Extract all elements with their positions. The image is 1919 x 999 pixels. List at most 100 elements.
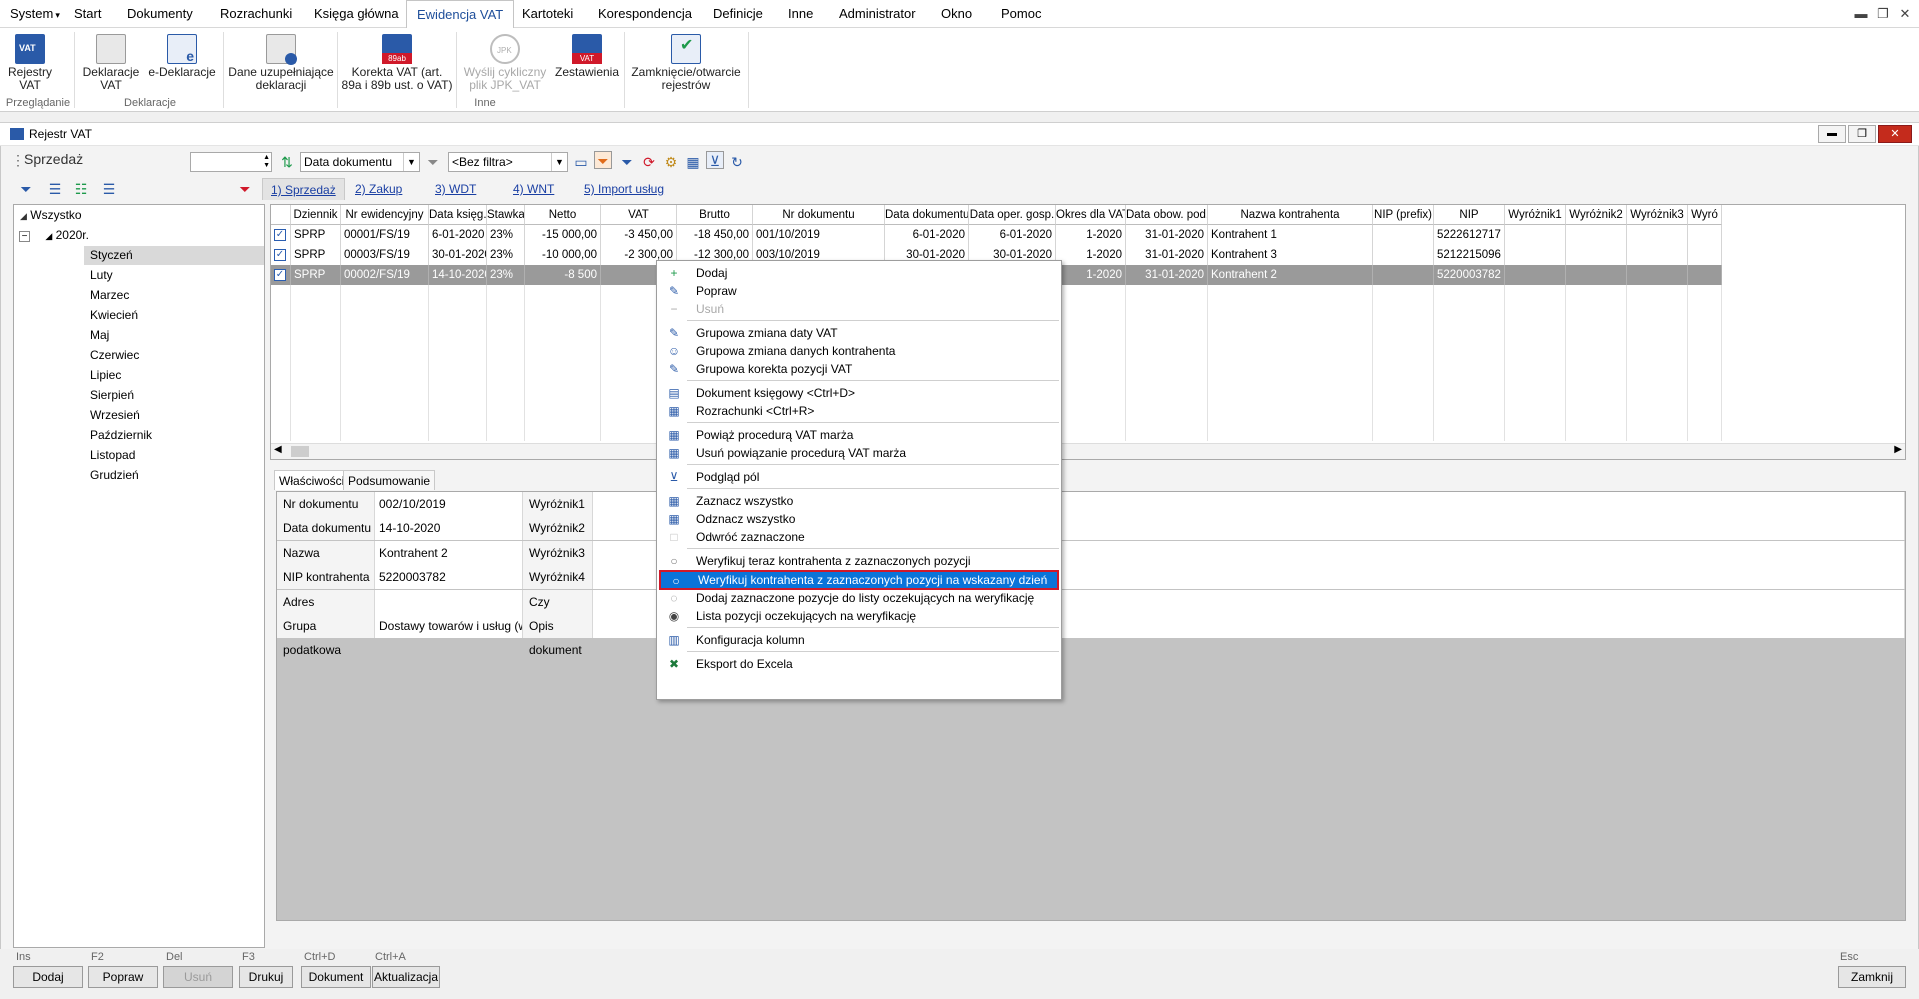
menu-item[interactable]: ▦ Zaznacz wszystko	[659, 492, 1059, 510]
column-header[interactable]: Wyróżnik2	[1566, 205, 1627, 225]
menu-ewidencja-vat[interactable]: Ewidencja VAT	[406, 0, 515, 29]
tree-item-month[interactable]: Styczeń	[84, 246, 264, 265]
property-value-field[interactable]: Dostawy towarów i usług (w kraju)	[375, 614, 523, 638]
tree-item-month[interactable]: Luty	[90, 266, 113, 285]
menu-item-highlighted[interactable]: ○ Weryfikuj kontrahenta z zaznaczonych po…	[659, 570, 1059, 590]
tree-item-month[interactable]: Grudzień	[90, 466, 139, 485]
menu-item[interactable]: ▥ Konfiguracja kolumn	[659, 631, 1059, 649]
tree-item-month[interactable]: Maj	[90, 326, 109, 345]
column-header[interactable]: Wyró	[1688, 205, 1722, 225]
menu-item[interactable]: ☺ Grupowa zmiana danych kontrahenta	[659, 342, 1059, 360]
column-header[interactable]: Brutto	[677, 205, 753, 225]
checkbox-icon[interactable]: ✓	[274, 229, 286, 241]
footer-dokument-button[interactable]: Dokument	[301, 966, 371, 988]
menu-item[interactable]: ▦ Rozrachunki <Ctrl+R>	[659, 402, 1059, 420]
row-checkbox-cell[interactable]: ✓	[271, 265, 291, 285]
tree-item-month[interactable]: Marzec	[90, 286, 129, 305]
property-value-field[interactable]: Kontrahent 2	[375, 540, 523, 565]
menu-item[interactable]: ▦ Powiąż procedurą VAT marża	[659, 426, 1059, 444]
property-value-field[interactable]: 002/10/2019	[375, 492, 523, 516]
tree-item-2020[interactable]: − ◢ 2020r.	[19, 226, 89, 245]
rejestry-vat-button[interactable]: VAT Rejestry VAT	[4, 34, 56, 92]
wyslij-jpk-button[interactable]: JPK Wyślij cykliczny plik JPK_VAT	[460, 34, 550, 92]
tree-item-month[interactable]: Lipiec	[90, 366, 121, 385]
window-minimize-icon[interactable]: ▬	[1818, 125, 1846, 143]
column-header[interactable]: Okres dla VAT	[1056, 205, 1126, 225]
menu-kartoteki[interactable]: Kartoteki	[512, 0, 583, 28]
column-header[interactable]: Netto	[525, 205, 601, 225]
column-header[interactable]: Data dokumentu	[885, 205, 969, 225]
zestawienia-button[interactable]: VAT Zestawienia	[552, 34, 622, 79]
menu-start[interactable]: Start	[64, 0, 111, 28]
column-header[interactable]: Nazwa kontrahenta	[1208, 205, 1373, 225]
zamkniecie-rejestrow-button[interactable]: ✔ Zamknięcie/otwarcie rejestrów	[627, 34, 745, 92]
row-checkbox-cell[interactable]: ✓	[271, 245, 291, 265]
tree-item-month[interactable]: Sierpień	[90, 386, 134, 405]
column-header[interactable]: Wyróżnik1	[1505, 205, 1566, 225]
filter-active-icon[interactable]: ⏷	[594, 151, 612, 169]
filter-funnel-icon[interactable]: ⏷	[424, 153, 442, 171]
menu-item[interactable]: □ Odwróć zaznaczone	[659, 528, 1059, 546]
column-header[interactable]: Nr dokumentu	[753, 205, 885, 225]
tree-item-month[interactable]: Czerwiec	[90, 346, 139, 365]
refresh-icon[interactable]: ↻	[728, 153, 746, 171]
footer-drukuj-button[interactable]: Drukuj	[239, 966, 293, 988]
menu-item[interactable]: ◉ Lista pozycji oczekujących na weryfikac…	[659, 607, 1059, 625]
tree-collapse-icon[interactable]: ☰	[46, 180, 64, 198]
window-close-icon[interactable]: ✕	[1878, 125, 1912, 143]
column-header[interactable]: NIP	[1434, 205, 1505, 225]
tree-item-month[interactable]: Październik	[90, 426, 152, 445]
deklaracje-vat-button[interactable]: Deklaracje VAT	[80, 34, 142, 92]
menu-okno[interactable]: Okno	[931, 0, 982, 28]
period-stepper[interactable]: ▲ ▼	[190, 152, 272, 172]
footer-usuń-button[interactable]: Usuń	[163, 966, 233, 988]
zamknij-button[interactable]: Zamknij	[1838, 966, 1906, 988]
menu-item[interactable]: + Dodaj	[659, 264, 1059, 282]
clear-filter-icon[interactable]: ⏷	[236, 180, 254, 198]
folder-icon[interactable]: ▭	[572, 153, 590, 171]
refresh-filter-icon[interactable]: ⟳	[640, 153, 658, 171]
property-value-field[interactable]: 5220003782	[375, 565, 523, 590]
horizontal-scrollbar[interactable]: ◀ ▶	[271, 443, 1905, 459]
app-minimize-icon[interactable]: ▬	[1850, 4, 1872, 24]
scroll-right-icon[interactable]: ▶	[1894, 444, 1902, 455]
vat-filter-icon[interactable]: ⏷	[17, 180, 35, 198]
menu-item[interactable]: ▦ Usuń powiązanie procedurą VAT marża	[659, 444, 1059, 462]
column-header[interactable]: VAT	[601, 205, 677, 225]
menu-item[interactable]: ▤ Dokument księgowy <Ctrl+D>	[659, 384, 1059, 402]
tree-item-month[interactable]: Wrzesień	[90, 406, 140, 425]
column-header[interactable]: Nr ewidencyjny	[341, 205, 429, 225]
column-header[interactable]: Dziennik	[291, 205, 341, 225]
column-header[interactable]: Stawka	[487, 205, 525, 225]
menu-korespondencja[interactable]: Korespondencja	[588, 0, 702, 28]
tab-wlasciwosci[interactable]: Właściwości	[274, 470, 350, 490]
menu-ksiega-glowna[interactable]: Księga główna	[304, 0, 409, 28]
property-value-field[interactable]: 14-10-2020	[375, 516, 523, 541]
menu-pomoc[interactable]: Pomoc	[991, 0, 1051, 28]
menu-item[interactable]: ✖ Eksport do Excela	[659, 655, 1059, 673]
property-value-field[interactable]	[375, 589, 523, 614]
filter-edit-icon[interactable]: ⏷	[618, 153, 636, 171]
date-type-select[interactable]: Data dokumentu ▼	[300, 152, 420, 172]
footer-aktualizacja-button[interactable]: Aktualizacja	[372, 966, 440, 988]
footer-dodaj-button[interactable]: Dodaj	[13, 966, 83, 988]
preview-fields-icon[interactable]: ⊻	[706, 151, 724, 169]
column-header[interactable]: NIP (prefix)	[1373, 205, 1434, 225]
column-header[interactable]: Wyróżnik3	[1627, 205, 1688, 225]
scroll-thumb[interactable]	[291, 446, 309, 457]
table-row[interactable]: ✓SPRP00002/FS/1914-10-202023%-8 5002014-…	[271, 265, 1905, 285]
window-restore-icon[interactable]: ❐	[1848, 125, 1876, 143]
menu-dokumenty[interactable]: Dokumenty	[117, 0, 203, 28]
menu-item[interactable]: ✎ Popraw	[659, 282, 1059, 300]
filter-select[interactable]: <Bez filtra> ▼	[448, 152, 568, 172]
menu-item[interactable]: ◌ Dodaj zaznaczone pozycje do listy oczek…	[659, 589, 1059, 607]
tree-item-month[interactable]: Listopad	[90, 446, 135, 465]
table-row[interactable]: ✓ SPRP 00001/FS/19 6-01-2020 23% -15 000,00 -3…	[271, 225, 1905, 245]
tree-list-icon[interactable]: ☰	[100, 180, 118, 198]
menu-inne[interactable]: Inne	[778, 0, 823, 28]
checkbox-icon[interactable]: ✓	[274, 269, 286, 281]
tree-add-icon[interactable]: ☷	[72, 180, 90, 198]
menu-system[interactable]: System ▾	[0, 0, 70, 28]
app-close-icon[interactable]: ✕	[1894, 4, 1916, 24]
tab-podsumowanie[interactable]: Podsumowanie	[343, 470, 436, 490]
